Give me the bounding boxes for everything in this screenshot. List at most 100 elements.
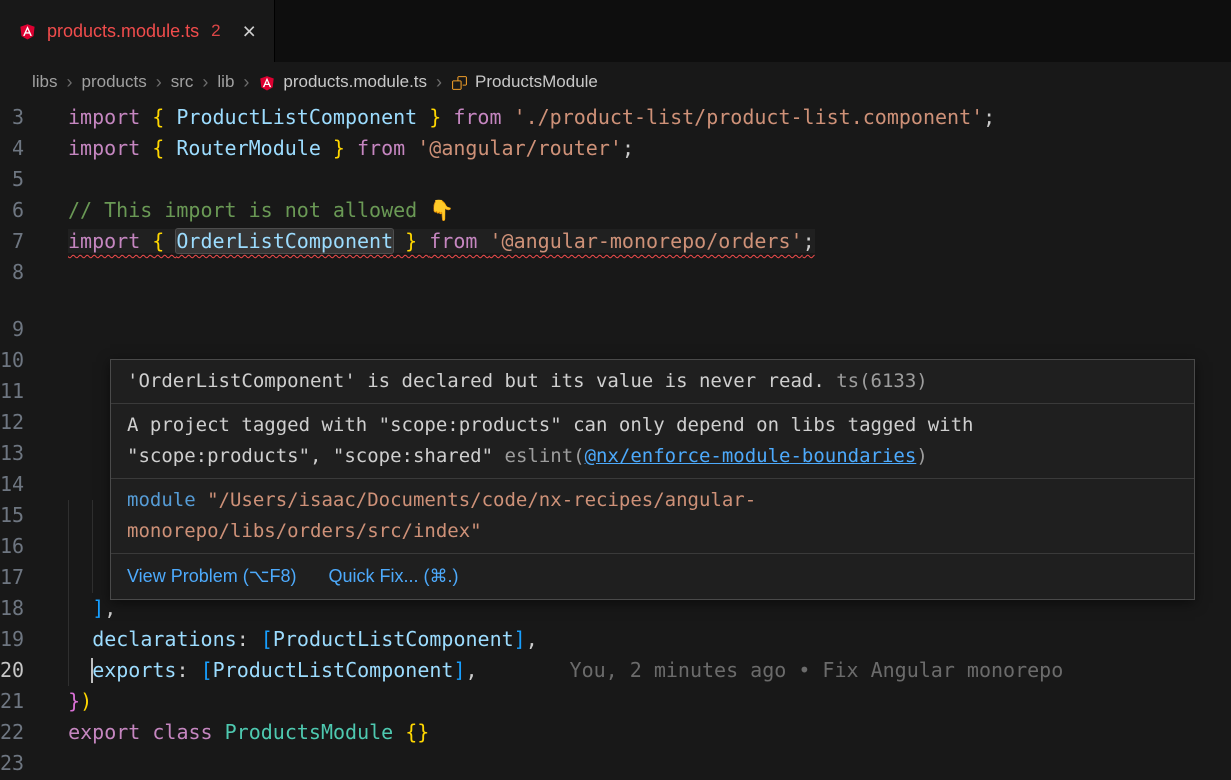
code-token: from bbox=[357, 136, 417, 160]
code-line-9[interactable]: 9 bbox=[0, 314, 1231, 345]
code-token: ProductListComponent bbox=[213, 658, 454, 682]
eslint-message-line1: A project tagged with "scope:products" c… bbox=[127, 410, 1178, 441]
module-path-line2: monorepo/libs/orders/src/index" bbox=[127, 516, 1178, 547]
breadcrumb-label: products.module.ts bbox=[283, 72, 427, 92]
code-content-22[interactable]: export class ProductsModule {} bbox=[68, 717, 1231, 748]
code-line-21[interactable]: 21}) bbox=[0, 686, 1231, 717]
line-number-7: 7 bbox=[0, 226, 68, 257]
code-token: { bbox=[152, 136, 176, 160]
breadcrumb-item-productsmodule[interactable]: ProductsModule bbox=[449, 72, 600, 92]
eslint-source-suffix: ) bbox=[916, 445, 927, 467]
code-content-6[interactable]: // This import is not allowed 👇 bbox=[68, 195, 1231, 226]
code-token: from bbox=[429, 229, 489, 253]
breadcrumb-separator: › bbox=[429, 72, 449, 93]
eslint-message-line2-text: "scope:products", "scope:shared" bbox=[127, 445, 505, 467]
ts-diagnostic-message: 'OrderListComponent' is declared but its… bbox=[127, 370, 825, 392]
code-token: ProductListComponent bbox=[176, 105, 417, 129]
line-number-21: 21 bbox=[0, 686, 68, 717]
code-token: ] bbox=[514, 627, 526, 651]
code-token: OrderListComponent bbox=[176, 229, 393, 253]
code-token: import bbox=[68, 136, 152, 160]
code-line-19[interactable]: 19 declarations: [ProductListComponent], bbox=[0, 624, 1231, 655]
line-number-6: 6 bbox=[0, 195, 68, 226]
line-number-11: 11 bbox=[0, 376, 68, 407]
code-token: ] bbox=[92, 596, 104, 620]
breadcrumb-item-lib[interactable]: lib bbox=[215, 72, 236, 92]
code-content-7[interactable]: import { OrderListComponent } from '@ang… bbox=[68, 226, 1231, 257]
code-token: export bbox=[68, 720, 152, 744]
line-number-22: 22 bbox=[0, 717, 68, 748]
line-number-3: 3 bbox=[0, 102, 68, 133]
breadcrumb-item-products[interactable]: products bbox=[80, 72, 149, 92]
code-token: '@angular/router' bbox=[417, 136, 622, 160]
eslint-rule-link[interactable]: @nx/enforce-module-boundaries bbox=[585, 445, 917, 467]
code-line-5[interactable]: 5 bbox=[0, 164, 1231, 195]
line-number-16: 16 bbox=[0, 531, 68, 562]
code-content-23[interactable] bbox=[68, 748, 1231, 779]
code-token: , bbox=[526, 627, 538, 651]
breadcrumb-label: products bbox=[82, 72, 147, 92]
code-content-5[interactable] bbox=[68, 164, 1231, 195]
code-token: : bbox=[176, 658, 200, 682]
tab-products-module-ts[interactable]: products.module.ts 2 × bbox=[0, 0, 275, 62]
code-token: ; bbox=[983, 105, 995, 129]
breadcrumb-item-products-module-ts[interactable]: products.module.ts bbox=[256, 72, 429, 92]
breadcrumb-separator: › bbox=[60, 72, 80, 93]
code-content-19[interactable]: declarations: [ProductListComponent], bbox=[68, 624, 1231, 655]
code-token: // This import is not allowed 👇 bbox=[68, 198, 454, 222]
indent-guide bbox=[68, 624, 69, 655]
code-token: { bbox=[152, 105, 176, 129]
code-line-7[interactable]: 7import { OrderListComponent } from '@an… bbox=[0, 226, 1231, 257]
code-line-6[interactable]: 6// This import is not allowed 👇 bbox=[0, 195, 1231, 226]
breadcrumb-separator: › bbox=[236, 72, 256, 93]
error-squiggle-range: import { OrderListComponent } from '@ang… bbox=[68, 229, 815, 253]
code-content-8[interactable] bbox=[68, 257, 1231, 288]
ts-diagnostic-code: ts(6133) bbox=[825, 370, 928, 392]
code-token: './product-list/product-list.component' bbox=[514, 105, 984, 129]
code-token: ; bbox=[803, 229, 815, 253]
code-content-4[interactable]: import { RouterModule } from '@angular/r… bbox=[68, 133, 1231, 164]
hover-occluded-gap bbox=[0, 288, 1231, 314]
breadcrumb-item-libs[interactable]: libs bbox=[30, 72, 60, 92]
code-line-22[interactable]: 22export class ProductsModule {} bbox=[0, 717, 1231, 748]
code-content-9[interactable] bbox=[68, 314, 1231, 345]
code-token: import bbox=[68, 105, 152, 129]
hover-module-info: module "/Users/isaac/Documents/code/nx-r… bbox=[111, 479, 1194, 554]
code-token: '@angular-monorepo/orders' bbox=[489, 229, 802, 253]
eslint-source-prefix: eslint( bbox=[505, 445, 585, 467]
module-path-part1: "/Users/isaac/Documents/code/nx-recipes/… bbox=[196, 489, 757, 511]
code-line-23[interactable]: 23 bbox=[0, 748, 1231, 779]
hover-ts-diagnostic: 'OrderListComponent' is declared but its… bbox=[111, 360, 1194, 404]
code-token: , bbox=[466, 658, 478, 682]
quick-fix-action[interactable]: Quick Fix... (⌘.) bbox=[328, 561, 458, 592]
breadcrumb-label: libs bbox=[32, 72, 58, 92]
line-number-8: 8 bbox=[0, 257, 68, 288]
code-token: ProductListComponent bbox=[273, 627, 514, 651]
indent-guide bbox=[92, 500, 93, 531]
module-path-part2: monorepo/libs/orders/src/index" bbox=[127, 520, 482, 542]
code-line-20[interactable]: 20 exports: [ProductListComponent],You, … bbox=[0, 655, 1231, 686]
code-line-4[interactable]: 4import { RouterModule } from '@angular/… bbox=[0, 133, 1231, 164]
view-problem-action[interactable]: View Problem (⌥F8) bbox=[127, 561, 296, 592]
code-content-20[interactable]: exports: [ProductListComponent],You, 2 m… bbox=[68, 655, 1231, 686]
line-number-13: 13 bbox=[0, 438, 68, 469]
code-token: declarations bbox=[92, 627, 237, 651]
module-path-line1: module "/Users/isaac/Documents/code/nx-r… bbox=[127, 485, 1178, 516]
tab-bar: products.module.ts 2 × bbox=[0, 0, 1231, 62]
code-token: { bbox=[152, 229, 176, 253]
code-token: [ bbox=[261, 627, 273, 651]
code-token: ) bbox=[80, 689, 92, 713]
tab-close-button[interactable]: × bbox=[243, 20, 256, 43]
eslint-message-line2: "scope:products", "scope:shared" eslint(… bbox=[127, 441, 1178, 472]
line-number-17: 17 bbox=[0, 562, 68, 593]
code-line-3[interactable]: 3import { ProductListComponent } from '.… bbox=[0, 102, 1231, 133]
code-content-21[interactable]: }) bbox=[68, 686, 1231, 717]
code-line-8[interactable]: 8 bbox=[0, 257, 1231, 288]
line-number-20: 20 bbox=[0, 655, 68, 686]
indent-guide bbox=[92, 562, 93, 593]
line-number-10: 10 bbox=[0, 345, 68, 376]
breadcrumb-item-src[interactable]: src bbox=[169, 72, 196, 92]
line-number-12: 12 bbox=[0, 407, 68, 438]
code-content-3[interactable]: import { ProductListComponent } from './… bbox=[68, 102, 1231, 133]
code-token bbox=[68, 596, 92, 620]
